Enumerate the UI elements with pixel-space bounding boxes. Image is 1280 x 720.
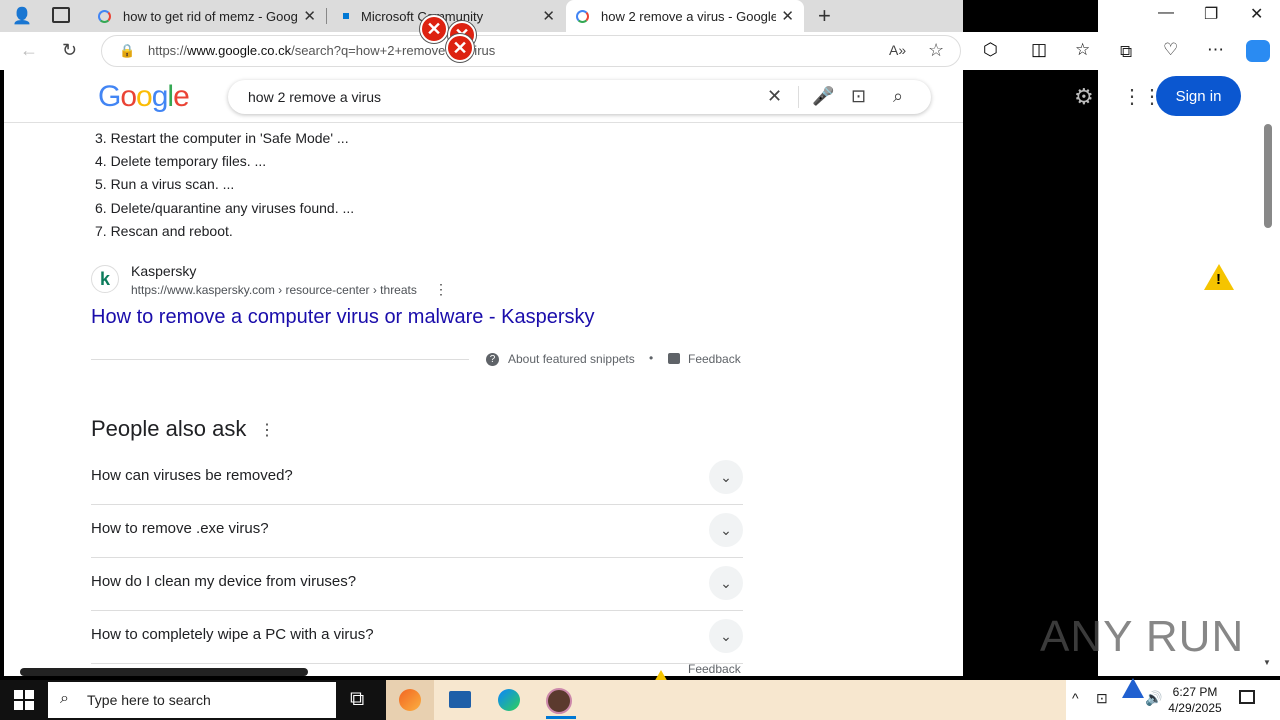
about-snippets-link[interactable]: About featured snippets (508, 352, 635, 366)
paa-feedback-link[interactable]: Feedback (688, 662, 741, 676)
read-aloud-icon[interactable]: A» (889, 42, 906, 58)
browser-essentials-icon[interactable]: ♡ (1163, 40, 1178, 60)
clock[interactable]: 6:27 PM 4/29/2025 (1158, 684, 1232, 716)
people-also-ask-title: People also ask (91, 416, 247, 441)
edge-beta-icon[interactable] (498, 689, 520, 711)
chevron-down-icon[interactable]: ⌄ (709, 619, 743, 653)
step-item: 5. Run a virus scan. ... (95, 176, 235, 192)
paa-question[interactable]: How do I clean my device from viruses? ⌄ (91, 557, 743, 611)
result-link[interactable]: How to remove a computer virus or malwar… (91, 306, 595, 329)
search-query[interactable]: how 2 remove a virus (248, 89, 381, 105)
new-tab-button[interactable]: + (818, 3, 831, 29)
lock-icon[interactable]: 🔒 (119, 43, 135, 59)
lens-search-icon[interactable]: ⊡ (851, 86, 866, 107)
network-icon[interactable]: ⊡ (1096, 690, 1108, 707)
microsoft-favicon-icon (343, 13, 349, 19)
task-view-icon[interactable]: ⧉ (350, 688, 364, 711)
kaspersky-favicon-icon: k (91, 265, 119, 293)
edge-taskbar-icon[interactable] (399, 689, 421, 711)
notifications-icon[interactable] (1239, 690, 1255, 704)
paa-question[interactable]: How to completely wipe a PC with a virus… (91, 610, 743, 664)
scroll-down-arrow-icon[interactable]: ▼ (1263, 658, 1271, 667)
extensions-icon[interactable]: ⬡ (983, 40, 998, 60)
chevron-down-icon[interactable]: ⌄ (709, 460, 743, 494)
search-divider (798, 86, 799, 108)
favorites-icon[interactable]: ☆ (1075, 40, 1090, 60)
divider (91, 359, 469, 360)
scrollbar-thumb[interactable] (1264, 124, 1272, 228)
paa-question[interactable]: How can viruses be removed? ⌄ (91, 451, 743, 505)
anyrun-watermark: ANY RUN (1040, 612, 1245, 661)
horizontal-scrollbar[interactable] (20, 668, 308, 676)
chevron-up-icon[interactable]: ^ (1072, 690, 1079, 706)
paa-more-icon[interactable]: ⋮ (259, 420, 275, 440)
help-icon: ? (486, 353, 499, 366)
clear-search-icon[interactable]: ✕ (767, 86, 782, 107)
search-icon[interactable]: ⌕ (893, 86, 903, 107)
warning-icon (1122, 678, 1144, 698)
maximize-button[interactable]: ❐ (1204, 4, 1218, 24)
right-pane (1098, 70, 1280, 676)
result-site-name[interactable]: Kaspersky (131, 263, 196, 279)
sign-in-button[interactable]: Sign in (1156, 76, 1241, 116)
window-close-button[interactable]: ✕ (1250, 4, 1263, 24)
gear-icon[interactable]: ⚙ (1074, 84, 1094, 110)
tab-close-icon[interactable]: ✕ (303, 7, 316, 25)
collections-icon[interactable]: ⧉ (1120, 42, 1132, 62)
tab-virus-search[interactable]: how 2 remove a virus - Google Se ✕ (566, 0, 804, 32)
step-item: 6. Delete/quarantine any viruses found. … (95, 200, 355, 216)
tab-close-icon[interactable]: ✕ (781, 7, 794, 25)
warning-icon: ! (1204, 264, 1234, 290)
app-running-indicator (546, 716, 576, 719)
error-icon: ✕ (420, 15, 448, 43)
file-explorer-icon[interactable] (449, 691, 471, 708)
windows-start-icon[interactable] (14, 690, 34, 710)
step-item: 7. Rescan and reboot. (95, 223, 233, 239)
taskbar-search-text[interactable]: Type here to search (87, 692, 211, 708)
feedback-icon (668, 353, 680, 364)
copilot-icon[interactable] (1246, 40, 1270, 62)
minimize-button[interactable]: — (1158, 4, 1174, 22)
tab-close-icon[interactable]: ✕ (542, 7, 555, 25)
more-options-icon[interactable]: ⋮ (434, 281, 448, 298)
tab-actions-icon[interactable] (52, 7, 70, 23)
split-screen-icon[interactable]: ◫ (1031, 40, 1047, 60)
step-item: 3. Restart the computer in 'Safe Mode' .… (95, 130, 349, 146)
settings-more-icon[interactable]: ⋯ (1207, 40, 1224, 60)
result-url[interactable]: https://www.kaspersky.com › resource-cen… (131, 283, 417, 297)
dot-separator: • (649, 351, 654, 365)
google-favicon-icon (98, 9, 111, 23)
clock-time: 6:27 PM (1172, 685, 1218, 699)
feedback-link[interactable]: Feedback (688, 352, 741, 366)
back-button[interactable]: ← (20, 40, 38, 61)
profile-icon[interactable]: 👤 (12, 6, 32, 26)
url-text[interactable]: https://www.google.co.ck/search?q=how+2+… (148, 43, 495, 58)
step-item: 4. Delete temporary files. ... (95, 153, 267, 169)
clock-date: 4/29/2025 (1168, 701, 1222, 715)
favorite-star-icon[interactable]: ☆ (928, 40, 944, 61)
black-area (963, 70, 1098, 676)
google-favicon-icon (576, 9, 589, 23)
search-icon: ⌕ (60, 690, 69, 707)
chevron-down-icon[interactable]: ⌄ (709, 513, 743, 547)
app-icon[interactable] (546, 688, 572, 714)
chevron-down-icon[interactable]: ⌄ (709, 566, 743, 600)
tab-memz[interactable]: how to get rid of memz - Google ✕ (88, 0, 326, 32)
paa-question[interactable]: How to remove .exe virus? ⌄ (91, 504, 743, 558)
google-logo[interactable]: Google (98, 80, 190, 114)
error-icon: ✕ (446, 34, 474, 62)
voice-search-icon[interactable]: 🎤 (812, 86, 834, 107)
refresh-button[interactable]: ↻ (62, 40, 77, 61)
